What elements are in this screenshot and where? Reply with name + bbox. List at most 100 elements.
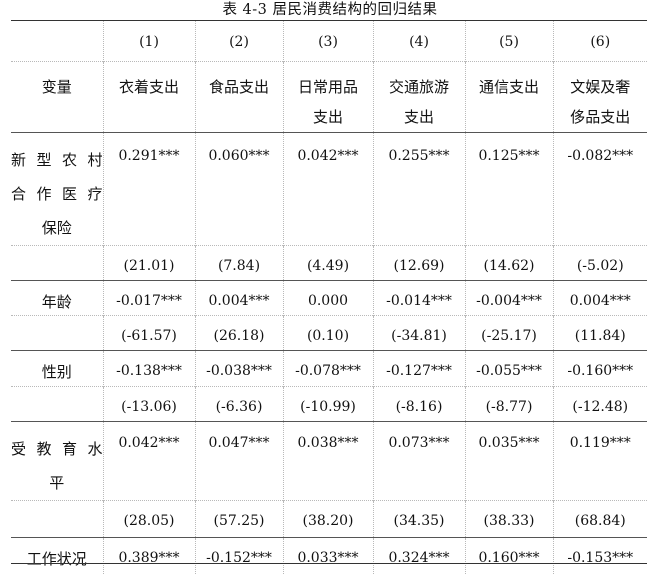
header-line: 交通旅游 — [388, 78, 449, 96]
tstat-row: (-13.06) (-6.36) (-10.99) (-8.16) (-8.77… — [11, 386, 647, 422]
tstat-cell: (38.20) — [282, 500, 374, 538]
coefficient-cell: -0.160*** — [552, 350, 647, 387]
coefficient-cell: -0.138*** — [102, 350, 196, 387]
coefficient-cell: 0.119*** — [552, 421, 647, 501]
coefficient-row: 受教育水 平 0.042*** 0.047*** 0.038*** 0.073*… — [11, 421, 647, 501]
variable-name: 工作状况 — [11, 537, 104, 574]
tstat-cell: (14.62) — [464, 245, 554, 281]
tstat-cell: (57.25) — [194, 500, 284, 538]
tstat-cell: (38.33) — [464, 500, 554, 538]
coefficient-cell: -0.078*** — [282, 350, 374, 387]
tstat-cell: (-25.17) — [464, 315, 554, 351]
dep-var-header: 食品支出 — [194, 61, 284, 133]
coefficient-row: 性别 -0.138*** -0.038*** -0.078*** -0.127*… — [11, 350, 647, 387]
col-number: (5) — [464, 20, 554, 62]
tstat-cell: (-34.81) — [372, 315, 466, 351]
coefficient-cell: -0.152*** — [194, 537, 284, 574]
col-number: (2) — [194, 20, 284, 62]
coefficient-row: 新型农村 合作医疗 保险 0.291*** 0.060*** 0.042*** … — [11, 132, 647, 246]
coefficient-cell: 0.035*** — [464, 421, 554, 501]
coefficient-cell: 0.255*** — [372, 132, 466, 246]
coefficient-cell: -0.014*** — [372, 280, 466, 316]
coefficient-cell: 0.324*** — [372, 537, 466, 574]
coefficient-cell: 0.042*** — [102, 421, 196, 501]
header-line: 支出 — [403, 108, 434, 126]
coefficient-cell: -0.004*** — [464, 280, 554, 316]
coefficient-cell: 0.000 — [282, 280, 374, 316]
empty-cell — [11, 315, 104, 351]
coefficient-cell: 0.160*** — [464, 537, 554, 574]
variable-name: 性别 — [11, 350, 104, 387]
coefficient-cell: -0.127*** — [372, 350, 466, 387]
coefficient-cell: -0.017*** — [102, 280, 196, 316]
variable-name: 受教育水 平 — [11, 421, 104, 501]
variable-name-line: 新型农村 — [11, 151, 103, 169]
coefficient-cell: 0.042*** — [282, 132, 374, 246]
tstat-cell: (-61.57) — [102, 315, 196, 351]
tstat-cell: (4.49) — [282, 245, 374, 281]
tstat-cell: (68.84) — [552, 500, 647, 538]
coefficient-cell: -0.082*** — [552, 132, 647, 246]
tstat-row: (21.01) (7.84) (4.49) (12.69) (14.62) (-… — [11, 245, 647, 281]
header-line: 支出 — [312, 108, 343, 126]
header-line: 日常用品 — [297, 78, 358, 96]
tstat-cell: (-5.02) — [552, 245, 647, 281]
tstat-cell: (11.84) — [552, 315, 647, 351]
tstat-cell: (28.05) — [102, 500, 196, 538]
dep-var-header: 通信支出 — [464, 61, 554, 133]
col-number: (6) — [552, 20, 647, 62]
coefficient-cell: 0.389*** — [102, 537, 196, 574]
coefficient-cell: -0.038*** — [194, 350, 284, 387]
coefficient-cell: -0.153*** — [552, 537, 647, 574]
coefficient-cell: -0.055*** — [464, 350, 554, 387]
coefficient-cell: 0.291*** — [102, 132, 196, 246]
col-number: (1) — [102, 20, 196, 62]
variable-name-line: 受教育水 — [11, 440, 103, 458]
coefficient-cell: 0.047*** — [194, 421, 284, 501]
tstat-cell: (26.18) — [194, 315, 284, 351]
variable-name-line: 保险 — [41, 219, 72, 237]
variable-name-line: 平 — [49, 474, 65, 492]
tstat-cell: (-8.77) — [464, 386, 554, 422]
header-line: 通信支出 — [478, 78, 539, 96]
table-caption: 表 4-3 居民消费结构的回归结果 — [222, 2, 438, 18]
coefficient-row: 工作状况 0.389*** -0.152*** 0.033*** 0.324**… — [11, 537, 647, 574]
tstat-cell: (-10.99) — [282, 386, 374, 422]
tstat-cell: (21.01) — [102, 245, 196, 281]
table-bottom-rule — [11, 563, 647, 564]
coefficient-cell: 0.004*** — [194, 280, 284, 316]
empty-cell — [11, 386, 104, 422]
tstat-cell: (-12.48) — [552, 386, 647, 422]
corner-cell — [11, 20, 104, 62]
regression-table: (1) (2) (3) (4) (5) (6) 变量 衣着支出 食品支出 日常用… — [11, 20, 647, 574]
tstat-cell: (7.84) — [194, 245, 284, 281]
coefficient-cell: 0.004*** — [552, 280, 647, 316]
coefficient-cell: 0.038*** — [282, 421, 374, 501]
tstat-row: (-61.57) (26.18) (0.10) (-34.81) (-25.17… — [11, 315, 647, 351]
tstat-cell: (-6.36) — [194, 386, 284, 422]
dep-var-header: 衣着支出 — [102, 61, 196, 133]
header-line: 食品支出 — [208, 78, 269, 96]
coefficient-cell: 0.033*** — [282, 537, 374, 574]
coefficient-cell: 0.073*** — [372, 421, 466, 501]
coefficient-cell: 0.060*** — [194, 132, 284, 246]
empty-cell — [11, 500, 104, 538]
tstat-cell: (34.35) — [372, 500, 466, 538]
tstat-cell: (-8.16) — [372, 386, 466, 422]
variable-name: 年龄 — [11, 280, 104, 316]
coefficient-row: 年龄 -0.017*** 0.004*** 0.000 -0.014*** -0… — [11, 280, 647, 316]
dep-var-header: 交通旅游 支出 — [372, 61, 466, 133]
header-line: 侈品支出 — [570, 108, 631, 126]
coefficient-cell: 0.125*** — [464, 132, 554, 246]
col-number: (4) — [372, 20, 466, 62]
variable-name-line: 合作医疗 — [11, 185, 103, 203]
tstat-cell: (0.10) — [282, 315, 374, 351]
tstat-cell: (12.69) — [372, 245, 466, 281]
variable-name: 新型农村 合作医疗 保险 — [11, 132, 104, 246]
tstat-row: (28.05) (57.25) (38.20) (34.35) (38.33) … — [11, 500, 647, 538]
empty-cell — [11, 245, 104, 281]
column-name-row: 变量 衣着支出 食品支出 日常用品 支出 交通旅游 支出 通信支出 文娱及奢 侈… — [11, 61, 647, 133]
tstat-cell: (-13.06) — [102, 386, 196, 422]
header-line: 衣着支出 — [118, 78, 179, 96]
column-number-row: (1) (2) (3) (4) (5) (6) — [11, 20, 647, 62]
